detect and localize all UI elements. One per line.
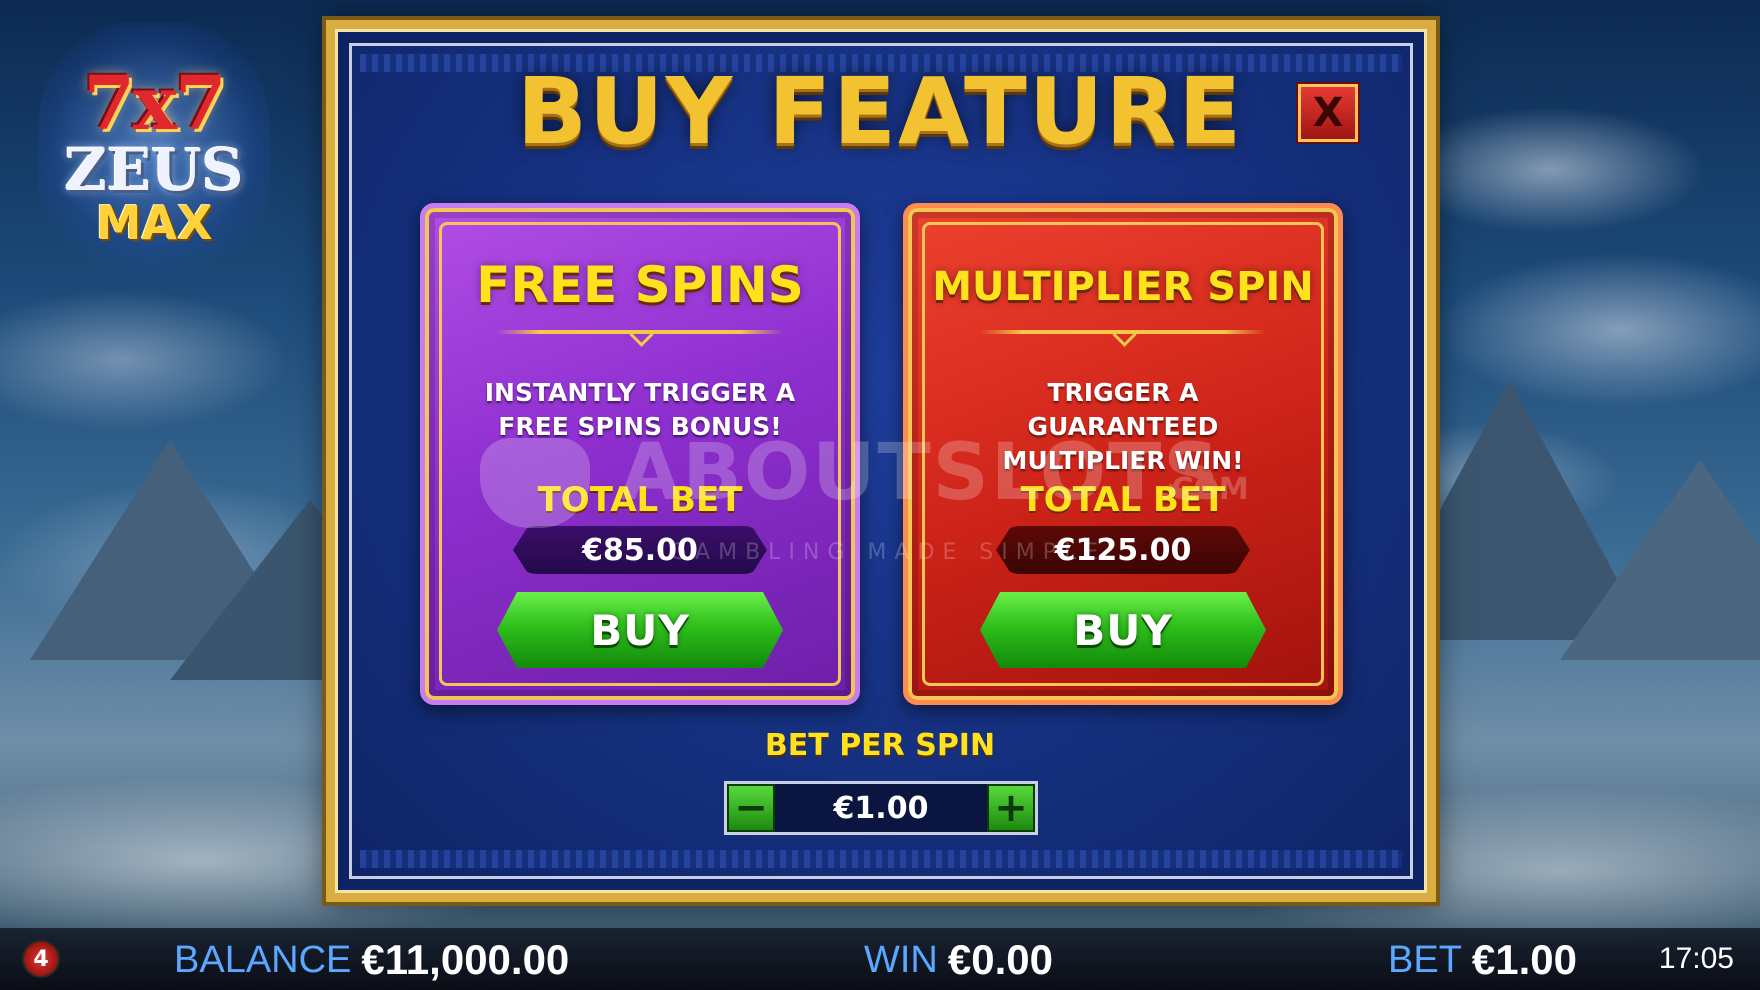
bet-per-spin-value: €1.00: [833, 790, 929, 826]
free-spins-card: FREE SPINS INSTANTLY TRIGGER A FREE SPIN…: [420, 203, 860, 705]
buy-multiplier-spin-button[interactable]: BUY: [980, 592, 1266, 668]
minus-icon[interactable]: −: [727, 784, 775, 832]
plus-icon[interactable]: +: [987, 784, 1035, 832]
logo-text-max: MAX: [95, 195, 213, 250]
card-description: INSTANTLY TRIGGER A FREE SPINS BONUS!: [484, 378, 796, 441]
bet-value: €1.00: [1471, 936, 1578, 983]
win-display: WIN €0.00: [864, 936, 1053, 984]
balance-value: €11,000.00: [361, 936, 570, 983]
bet-per-spin-label: BET PER SPIN: [764, 728, 996, 763]
close-button[interactable]: X: [1298, 84, 1358, 142]
balance-display: BALANCE €11,000.00: [174, 936, 569, 984]
win-value: €0.00: [947, 936, 1053, 983]
mountain: [30, 440, 310, 660]
total-bet-label: TOTAL BET: [537, 480, 743, 520]
bet-label: BET: [1388, 938, 1462, 981]
multiplier-spin-card: MULTIPLIER SPIN TRIGGER A GUARANTEED MUL…: [903, 203, 1343, 705]
balance-label: BALANCE: [174, 938, 352, 981]
provider-logo-icon[interactable]: 4: [22, 940, 60, 978]
card-description: TRIGGER A GUARANTEED MULTIPLIER WIN!: [1002, 378, 1244, 475]
card-title: MULTIPLIER SPIN: [932, 264, 1314, 310]
total-bet-label: TOTAL BET: [1020, 480, 1226, 520]
card-divider: [980, 330, 1266, 334]
card-title: FREE SPINS: [476, 256, 804, 314]
bet-display[interactable]: BET €1.00: [1388, 936, 1577, 984]
total-bet-value: €125.00: [996, 526, 1250, 574]
clock: 17:05: [1658, 942, 1734, 975]
win-label: WIN: [864, 938, 938, 981]
total-bet-value: €85.00: [513, 526, 767, 574]
modal-title: BUY FEATURE: [516, 58, 1244, 165]
buy-free-spins-button[interactable]: BUY: [497, 592, 783, 668]
bottom-status-bar: 4 BALANCE €11,000.00 WIN €0.00 BET €1.00…: [0, 928, 1760, 990]
bet-per-spin-stepper: − €1.00 +: [724, 781, 1038, 835]
mountain: [1560, 460, 1760, 660]
card-divider: [497, 330, 783, 334]
greek-border-bottom: [360, 850, 1402, 868]
